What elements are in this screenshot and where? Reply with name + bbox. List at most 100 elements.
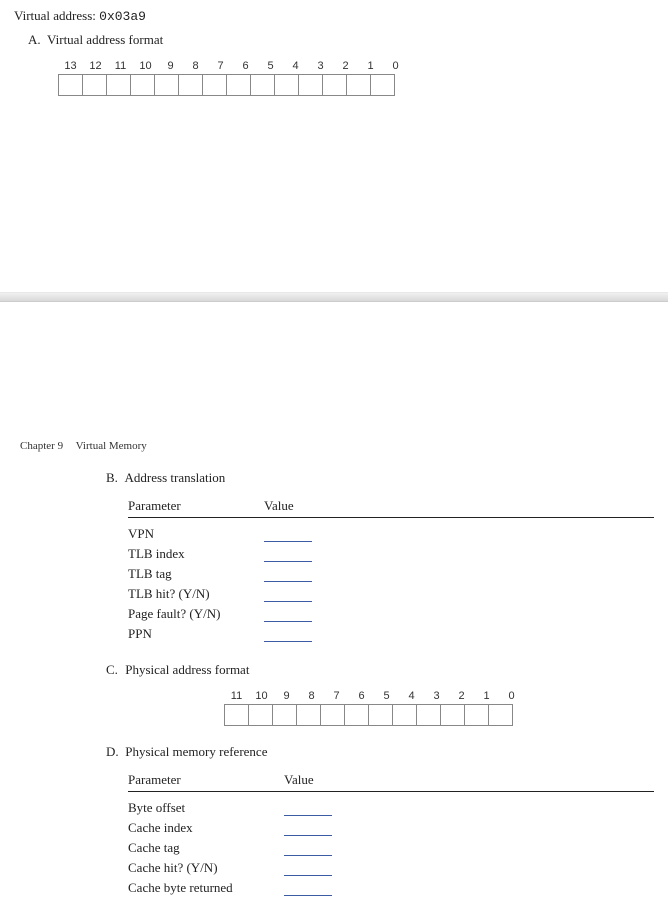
bit-label: 5 xyxy=(258,60,283,74)
bit-label: 11 xyxy=(108,60,133,74)
bit-label: 13 xyxy=(58,60,83,74)
header-value: Value xyxy=(278,772,338,788)
section-d-heading: D. Physical memory reference xyxy=(14,744,654,760)
bit-cell[interactable] xyxy=(344,704,369,726)
bit-cell[interactable] xyxy=(416,704,441,726)
bit-cell[interactable] xyxy=(368,704,393,726)
bit-cell[interactable] xyxy=(154,74,179,96)
table-row: Page fault? (Y/N) xyxy=(128,602,654,622)
bit-cell[interactable] xyxy=(250,74,275,96)
value-blank[interactable] xyxy=(264,528,312,542)
bit-cell[interactable] xyxy=(274,74,299,96)
page-top-whitespace xyxy=(14,310,654,440)
header-value: Value xyxy=(258,498,318,514)
page-whitespace xyxy=(14,114,654,284)
bit-cell[interactable] xyxy=(464,704,489,726)
bit-labels-row: 11 10 9 8 7 6 5 4 3 2 1 0 xyxy=(224,690,654,704)
value-blank[interactable] xyxy=(264,568,312,582)
param-label: Cache tag xyxy=(128,840,278,856)
bit-label: 6 xyxy=(233,60,258,74)
param-label: Byte offset xyxy=(128,800,278,816)
virtual-address-bit-table: 13 12 11 10 9 8 7 6 5 4 3 2 1 0 xyxy=(44,60,654,96)
bit-label: 8 xyxy=(299,690,324,704)
value-blank[interactable] xyxy=(264,548,312,562)
virtual-address-value: 0x03a9 xyxy=(99,9,146,24)
value-blank[interactable] xyxy=(284,862,332,876)
bit-cell[interactable] xyxy=(248,704,273,726)
table-row: TLB tag xyxy=(128,562,654,582)
chapter-header: Chapter 9 Virtual Memory xyxy=(14,440,654,452)
value-blank[interactable] xyxy=(264,588,312,602)
section-a-heading: A. Virtual address format xyxy=(14,32,654,48)
bit-labels-row: 13 12 11 10 9 8 7 6 5 4 3 2 1 0 xyxy=(58,60,654,74)
page-top: Virtual address: 0x03a9 A. Virtual addre… xyxy=(0,0,668,292)
virtual-address-label: Virtual address: xyxy=(14,8,96,23)
table-header-row: Parameter Value xyxy=(128,498,654,518)
bit-cell[interactable] xyxy=(298,74,323,96)
bit-cell[interactable] xyxy=(130,74,155,96)
section-b-letter: B. xyxy=(106,470,122,486)
value-blank[interactable] xyxy=(264,628,312,642)
bit-cell[interactable] xyxy=(272,704,297,726)
bit-cell[interactable] xyxy=(370,74,395,96)
bit-cells-row xyxy=(224,704,654,726)
value-blank[interactable] xyxy=(284,802,332,816)
value-blank[interactable] xyxy=(284,822,332,836)
bit-label: 3 xyxy=(308,60,333,74)
bit-label: 9 xyxy=(274,690,299,704)
bit-cell[interactable] xyxy=(296,704,321,726)
bit-cell[interactable] xyxy=(82,74,107,96)
bit-cell[interactable] xyxy=(392,704,417,726)
bit-cell[interactable] xyxy=(226,74,251,96)
value-blank[interactable] xyxy=(284,842,332,856)
table-row: Cache tag xyxy=(128,836,654,856)
section-a-letter: A. xyxy=(28,32,44,48)
param-label: Cache index xyxy=(128,820,278,836)
bit-label: 3 xyxy=(424,690,449,704)
bit-cell[interactable] xyxy=(106,74,131,96)
bit-label: 4 xyxy=(283,60,308,74)
table-row: Cache byte returned xyxy=(128,876,654,896)
page-bottom: Chapter 9 Virtual Memory B. Address tran… xyxy=(0,302,668,924)
bit-cell[interactable] xyxy=(322,74,347,96)
bit-label: 10 xyxy=(249,690,274,704)
section-b-heading: B. Address translation xyxy=(14,470,654,486)
section-d-title: Physical memory reference xyxy=(125,744,267,759)
param-label: Cache hit? (Y/N) xyxy=(128,860,278,876)
header-parameter: Parameter xyxy=(128,772,278,788)
table-row: TLB index xyxy=(128,542,654,562)
value-blank[interactable] xyxy=(264,608,312,622)
header-parameter: Parameter xyxy=(128,498,258,514)
bit-label: 8 xyxy=(183,60,208,74)
virtual-address-line: Virtual address: 0x03a9 xyxy=(14,8,654,24)
bit-label: 10 xyxy=(133,60,158,74)
physical-address-bit-table: 11 10 9 8 7 6 5 4 3 2 1 0 xyxy=(132,690,654,726)
bit-cell[interactable] xyxy=(488,704,513,726)
bit-cell[interactable] xyxy=(178,74,203,96)
bit-cell[interactable] xyxy=(202,74,227,96)
bit-label: 1 xyxy=(358,60,383,74)
section-a-title: Virtual address format xyxy=(47,32,163,47)
bit-label: 4 xyxy=(399,690,424,704)
bit-cell[interactable] xyxy=(320,704,345,726)
section-c-letter: C. xyxy=(106,662,122,678)
param-label: TLB index xyxy=(128,546,258,562)
bit-cell[interactable] xyxy=(224,704,249,726)
bit-label: 2 xyxy=(333,60,358,74)
bit-label: 5 xyxy=(374,690,399,704)
param-label: TLB hit? (Y/N) xyxy=(128,586,258,602)
table-row: PPN xyxy=(128,622,654,642)
value-blank[interactable] xyxy=(284,882,332,896)
bit-label: 12 xyxy=(83,60,108,74)
table-row: VPN xyxy=(128,522,654,542)
param-label: PPN xyxy=(128,626,258,642)
table-row: Cache index xyxy=(128,816,654,836)
bit-cell[interactable] xyxy=(440,704,465,726)
bit-label: 0 xyxy=(499,690,524,704)
bit-cell[interactable] xyxy=(58,74,83,96)
bit-cells-row xyxy=(58,74,654,96)
table-row: Cache hit? (Y/N) xyxy=(128,856,654,876)
bit-cell[interactable] xyxy=(346,74,371,96)
table-row: TLB hit? (Y/N) xyxy=(128,582,654,602)
param-label: Page fault? (Y/N) xyxy=(128,606,258,622)
